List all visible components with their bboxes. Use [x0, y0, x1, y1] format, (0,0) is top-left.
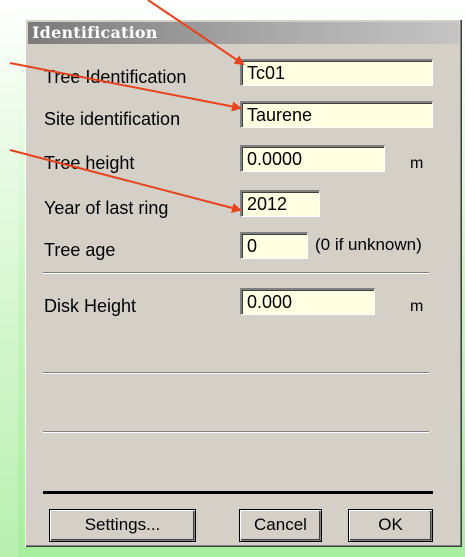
- ok-button[interactable]: OK: [348, 509, 433, 542]
- tree-height-label: Tree height: [44, 153, 135, 173]
- tree-age-label: Tree age: [44, 240, 116, 260]
- site-id-label: Site identification: [44, 109, 181, 129]
- identification-dialog: Identification Tree Identification Tc01 …: [25, 19, 462, 547]
- tree-age-field[interactable]: 0: [240, 232, 308, 259]
- dialog-title: Identification: [32, 23, 158, 42]
- disk-height-field[interactable]: 0.000: [240, 288, 375, 315]
- year-last-ring-label: Year of last ring: [44, 198, 169, 218]
- site-id-field[interactable]: Taurene: [240, 101, 433, 128]
- cancel-button[interactable]: Cancel: [239, 509, 322, 542]
- separator: [43, 272, 429, 274]
- separator: [43, 372, 429, 374]
- tree-id-label: Tree Identification: [44, 67, 187, 87]
- disk-height-unit: m: [410, 298, 424, 315]
- tree-height-unit: m: [410, 155, 424, 172]
- title-bar[interactable]: Identification: [28, 22, 459, 44]
- tree-age-hint: (0 if unknown): [315, 235, 422, 254]
- tree-id-field[interactable]: Tc01: [240, 59, 433, 86]
- button-bar-divider: [43, 491, 433, 494]
- disk-height-label: Disk Height: [44, 296, 137, 316]
- settings-button[interactable]: Settings...: [49, 509, 196, 542]
- background-strip: [0, 0, 18, 557]
- year-last-ring-field[interactable]: 2012: [240, 190, 320, 217]
- separator: [43, 431, 429, 433]
- tree-height-field[interactable]: 0.0000: [240, 145, 385, 172]
